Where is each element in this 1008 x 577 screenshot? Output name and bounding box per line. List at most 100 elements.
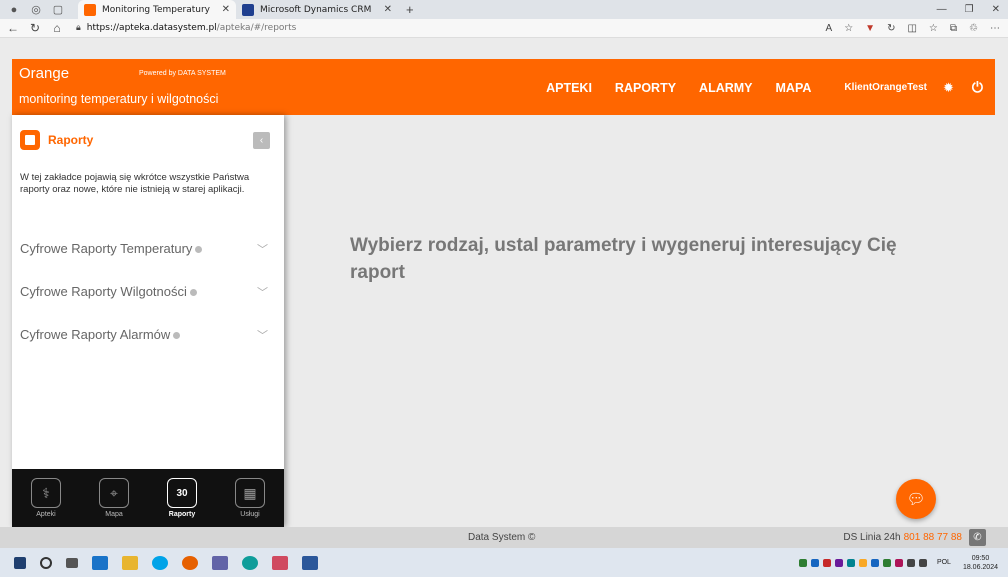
edge-icon[interactable] bbox=[242, 555, 258, 570]
new-tab-icon[interactable]: + bbox=[406, 2, 414, 17]
bottom-nav-uslugi[interactable]: ▦ Usługi bbox=[235, 478, 265, 518]
bottom-nav-apteki[interactable]: ⚕ Apteki bbox=[31, 478, 61, 518]
tab-title: Monitoring Temperatury bbox=[102, 4, 210, 15]
refresh-ext-icon[interactable]: ↻ bbox=[887, 23, 895, 34]
clock-time: 09:50 bbox=[971, 554, 990, 562]
browser-tab-crm[interactable]: Microsoft Dynamics CRM ✕ bbox=[236, 0, 398, 19]
outlook-icon[interactable] bbox=[92, 555, 108, 570]
bottom-nav-mapa[interactable]: ⌖ Mapa bbox=[99, 478, 129, 518]
info-icon bbox=[189, 289, 197, 297]
chevron-down-icon[interactable]: ﹀ bbox=[257, 241, 268, 257]
system-tray: POL 09:50 18.06.2024 bbox=[798, 554, 1002, 572]
tray-app-icon[interactable] bbox=[870, 558, 879, 567]
profile-icon[interactable]: ● bbox=[6, 2, 22, 18]
orange-favicon-icon bbox=[84, 3, 96, 16]
gear-icon[interactable]: ✹ bbox=[943, 80, 954, 96]
power-icon[interactable]: ⏻ bbox=[972, 79, 983, 96]
user-name[interactable]: KlientOrangeTest bbox=[844, 82, 927, 93]
minimize-icon[interactable]: — bbox=[937, 4, 947, 15]
collapse-sidebar-button[interactable]: ‹ bbox=[253, 132, 270, 149]
firefox-icon[interactable] bbox=[182, 555, 198, 570]
close-window-icon[interactable]: ✕ bbox=[992, 4, 1000, 15]
menu-item-label: Cyfrowe Raporty Temperatury bbox=[20, 241, 193, 256]
dynamics-favicon-icon bbox=[242, 3, 254, 16]
tray-app-icon[interactable] bbox=[834, 558, 843, 567]
tray-app-icon[interactable] bbox=[894, 558, 903, 567]
sidebar-header: Raporty bbox=[20, 130, 93, 150]
nav-mapa[interactable]: MAPA bbox=[776, 81, 812, 95]
close-tab-icon[interactable]: ✕ bbox=[222, 4, 230, 15]
restore-icon[interactable]: ❐ bbox=[965, 4, 974, 15]
powered-by: Powered by DATA SYSTEM bbox=[139, 70, 226, 77]
empty-state-message: Wybierz rodzaj, ustal parametry i wygene… bbox=[350, 235, 897, 283]
nav-raporty[interactable]: RAPORTY bbox=[615, 81, 676, 95]
home-icon[interactable]: ⌂ bbox=[48, 21, 66, 35]
file-explorer-icon[interactable] bbox=[122, 555, 138, 570]
map-icon: ⌖ bbox=[99, 478, 129, 508]
tray-app-icon[interactable] bbox=[822, 558, 831, 567]
skype-icon[interactable] bbox=[152, 555, 168, 570]
chat-bubble-icon: 💬︎ bbox=[906, 491, 926, 508]
phone-icon[interactable]: ✆ bbox=[969, 529, 986, 546]
clock[interactable]: 09:50 18.06.2024 bbox=[963, 554, 998, 572]
network-icon[interactable] bbox=[906, 558, 915, 567]
window-controls: — ❐ ✕ bbox=[937, 4, 1000, 15]
bottom-nav-raporty[interactable]: 30 Raporty bbox=[167, 478, 197, 518]
close-tab-icon[interactable]: ✕ bbox=[384, 4, 392, 15]
volume-icon[interactable] bbox=[918, 558, 927, 567]
workspaces-icon[interactable]: ◎ bbox=[28, 2, 44, 18]
search-icon[interactable] bbox=[40, 556, 52, 569]
refresh-icon[interactable]: ↻ bbox=[26, 21, 44, 35]
word-icon[interactable] bbox=[302, 555, 318, 570]
tray-app-icon[interactable] bbox=[858, 558, 867, 567]
hotline-number[interactable]: 801 88 77 88 bbox=[904, 532, 962, 543]
collections-icon[interactable]: ⧉ bbox=[950, 23, 957, 34]
teams-icon[interactable] bbox=[212, 555, 228, 570]
report-menu: Cyfrowe Raporty Temperatury ﹀ Cyfrowe Ra… bbox=[12, 227, 284, 356]
nav-alarmy[interactable]: ALARMY bbox=[699, 81, 752, 95]
menu-item-temperature-reports[interactable]: Cyfrowe Raporty Temperatury ﹀ bbox=[12, 227, 284, 270]
read-aloud-icon[interactable]: A bbox=[826, 23, 833, 34]
tray-app-icon[interactable] bbox=[882, 558, 891, 567]
sidebar-title: Raporty bbox=[48, 133, 94, 147]
language-indicator[interactable]: POL bbox=[937, 559, 951, 566]
windows-start-icon[interactable] bbox=[14, 556, 26, 569]
browser-address-bar: ← ↻ ⌂ 🔒︎ https://apteka.datasystem.pl/ap… bbox=[0, 19, 1008, 38]
chevron-down-icon[interactable]: ﹀ bbox=[257, 284, 268, 300]
nav-apteki[interactable]: APTEKI bbox=[546, 81, 592, 95]
pharmacy-icon: ⚕ bbox=[31, 478, 61, 508]
brand-subtitle: monitoring temperatury i wilgotności bbox=[19, 92, 219, 106]
back-icon[interactable]: ← bbox=[4, 21, 22, 35]
browser-tab-monitoring[interactable]: Monitoring Temperatury ✕ bbox=[78, 0, 236, 19]
tray-app-icon[interactable] bbox=[846, 558, 855, 567]
menu-item-humidity-reports[interactable]: Cyfrowe Raporty Wilgotności ﹀ bbox=[12, 270, 284, 313]
split-screen-icon[interactable]: ◫ bbox=[907, 23, 916, 34]
url-field[interactable]: 🔒︎ https://apteka.datasystem.pl/apteka/#… bbox=[76, 23, 826, 33]
chat-button[interactable]: 💬︎ bbox=[896, 479, 936, 519]
more-icon[interactable]: ⋯ bbox=[990, 23, 1000, 34]
tray-app-icon[interactable] bbox=[798, 558, 807, 567]
reports-icon bbox=[20, 130, 40, 150]
sidebar: Raporty ‹ W tej zakładce pojawią się wkr… bbox=[12, 115, 284, 527]
extension-icon[interactable]: ▼ bbox=[865, 23, 875, 34]
sidebar-description: W tej zakładce pojawią się wkrótce wszys… bbox=[20, 172, 250, 195]
windows-taskbar: POL 09:50 18.06.2024 bbox=[0, 548, 1008, 577]
calendar-icon: 30 bbox=[167, 478, 197, 508]
task-view-icon[interactable] bbox=[66, 557, 78, 568]
slack-icon[interactable] bbox=[272, 555, 288, 570]
url-path: /apteka/#/reports bbox=[216, 23, 297, 33]
chevron-down-icon[interactable]: ﹀ bbox=[257, 327, 268, 343]
bottom-nav-label: Apteki bbox=[36, 511, 56, 518]
bottom-nav-label: Mapa bbox=[105, 511, 123, 518]
tab-actions-icon[interactable]: ▢ bbox=[50, 2, 66, 18]
favorite-star-icon[interactable]: ☆ bbox=[844, 23, 853, 34]
menu-item-label: Cyfrowe Raporty Alarmów bbox=[20, 327, 171, 342]
info-icon bbox=[173, 332, 181, 340]
menu-item-alarm-reports[interactable]: Cyfrowe Raporty Alarmów ﹀ bbox=[12, 313, 284, 356]
grid-icon: ▦ bbox=[235, 478, 265, 508]
tray-app-icon[interactable] bbox=[810, 558, 819, 567]
hotline: DS Linia 24h 801 88 77 88 bbox=[843, 532, 962, 543]
favorites-icon[interactable]: ☆ bbox=[929, 23, 938, 34]
hotline-label: DS Linia 24h bbox=[843, 532, 901, 543]
extensions-icon[interactable]: ♲ bbox=[969, 23, 978, 34]
